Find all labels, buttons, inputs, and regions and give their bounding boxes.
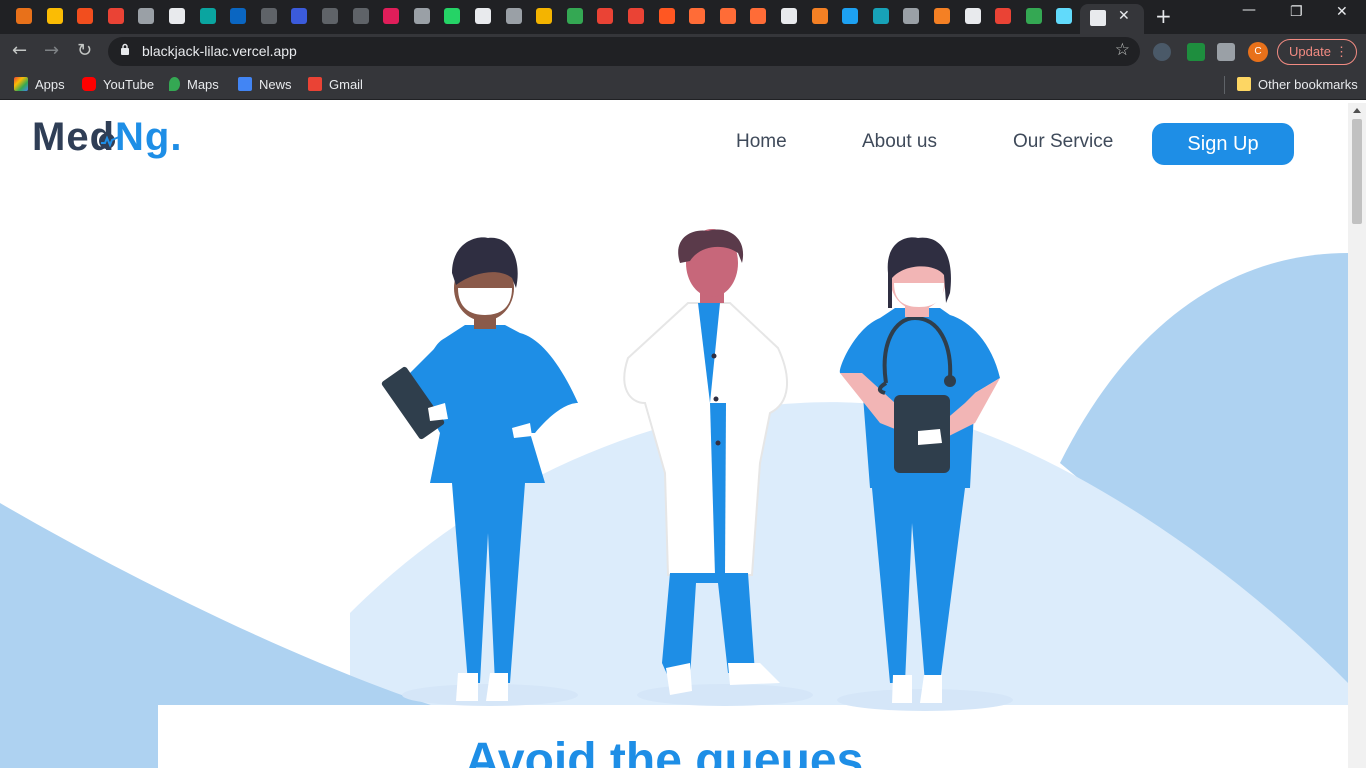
tab-favicon-icon[interactable] xyxy=(934,8,950,24)
heartbeat-icon xyxy=(99,133,120,149)
tab-favicon-icon[interactable] xyxy=(77,8,94,24)
update-label: Update xyxy=(1289,44,1331,59)
extensions-puzzle-icon[interactable] xyxy=(1217,43,1235,61)
tab-favicon-icon[interactable] xyxy=(536,8,553,24)
tab-favicon-icon[interactable] xyxy=(444,8,461,24)
maps-icon xyxy=(169,77,180,91)
forward-icon[interactable]: → xyxy=(44,40,59,61)
bookmark-label: News xyxy=(259,77,292,92)
nav-about-link[interactable]: About us xyxy=(862,131,937,153)
bookmark-label: Other bookmarks xyxy=(1258,77,1358,92)
tab-favicon-icon[interactable] xyxy=(719,8,736,24)
nav-service-link[interactable]: Our Service xyxy=(1013,131,1113,153)
apps-grid-icon xyxy=(14,77,28,91)
bookmark-label: Maps xyxy=(187,77,219,92)
tab-favicon-icon[interactable] xyxy=(566,8,583,24)
hero-illustration xyxy=(0,229,1348,768)
menu-dots-icon[interactable]: ⋮ xyxy=(1335,40,1348,64)
gmail-icon xyxy=(308,77,322,91)
tab-favicon-icon[interactable] xyxy=(107,8,124,24)
tab-favicon-icon[interactable] xyxy=(903,8,920,24)
bookmark-label: Apps xyxy=(35,77,65,92)
tab-favicon-icon[interactable] xyxy=(995,8,1012,24)
bookmark-label: Gmail xyxy=(329,77,363,92)
youtube-icon xyxy=(82,77,96,91)
scrollbar-thumb[interactable] xyxy=(1352,119,1362,224)
page-favicon xyxy=(1090,10,1106,26)
back-icon[interactable]: ← xyxy=(12,40,27,61)
tab-favicon-icon[interactable] xyxy=(260,8,277,24)
tab-favicon-icon[interactable] xyxy=(322,8,338,24)
page-scrollbar[interactable] xyxy=(1348,103,1366,768)
tab-favicon-icon[interactable] xyxy=(658,8,675,24)
bookmark-news[interactable]: News xyxy=(238,76,292,94)
news-icon xyxy=(238,77,252,91)
react-devtools-icon[interactable] xyxy=(1153,43,1171,61)
bookmark-label: YouTube xyxy=(103,77,155,92)
active-tab[interactable]: ✕ xyxy=(1080,4,1144,34)
tab-favicon-icon[interactable] xyxy=(750,8,767,24)
tab-favicon-icon[interactable] xyxy=(505,8,522,24)
minimize-icon[interactable]: — xyxy=(1242,2,1256,18)
bookmark-maps[interactable]: Maps xyxy=(169,76,219,94)
tab-favicon-icon[interactable] xyxy=(169,8,185,24)
tab-favicon-icon[interactable] xyxy=(1025,8,1042,24)
tab-favicon-icon[interactable] xyxy=(811,8,828,24)
bookmarks-divider xyxy=(1224,76,1225,94)
tab-favicon-icon[interactable] xyxy=(46,8,63,24)
browser-toolbar: ← → ↻ blackjack-lilac.vercel.app ☆ C Upd… xyxy=(0,34,1366,70)
web-page: MedNg. Home About us Our Service Sign Up… xyxy=(0,103,1348,768)
tab-favicon-icon[interactable] xyxy=(138,8,155,24)
profile-avatar[interactable]: C xyxy=(1248,42,1268,62)
shadow-mid xyxy=(637,684,813,706)
browser-tab-strip: ✕ + — ❐ ✕ xyxy=(0,0,1366,34)
scroll-up-icon[interactable] xyxy=(1353,108,1361,113)
bookmark-youtube[interactable]: YouTube xyxy=(82,76,154,94)
url-text: blackjack-lilac.vercel.app xyxy=(142,43,297,59)
restore-icon[interactable]: ❐ xyxy=(1290,4,1303,20)
tab-favicon-icon[interactable] xyxy=(628,8,644,24)
bookmark-star-icon[interactable]: ☆ xyxy=(1115,40,1130,60)
tab-favicon-icon[interactable] xyxy=(475,8,491,24)
tab-favicon-icon[interactable] xyxy=(781,8,797,24)
tab-favicon-icon[interactable] xyxy=(872,8,889,24)
window-close-icon[interactable]: ✕ xyxy=(1336,4,1348,20)
tab-favicon-icon[interactable] xyxy=(230,8,247,24)
tab-favicon-icon[interactable] xyxy=(413,8,430,24)
tab-favicon-icon[interactable] xyxy=(383,8,400,24)
tab-favicon-icon[interactable] xyxy=(291,8,308,24)
tab-favicon-icon[interactable] xyxy=(597,8,614,24)
logo-part-ng: Ng. xyxy=(115,115,183,159)
tab-favicon-icon[interactable] xyxy=(16,8,32,24)
lock-icon xyxy=(121,43,129,55)
tab-favicon-icon[interactable] xyxy=(1056,8,1073,24)
bookmark-other[interactable]: Other bookmarks xyxy=(1237,76,1358,94)
tab-favicon-icon[interactable] xyxy=(689,8,706,24)
bookmark-gmail[interactable]: Gmail xyxy=(308,76,363,94)
nav-home-link[interactable]: Home xyxy=(736,131,787,153)
address-bar[interactable]: blackjack-lilac.vercel.app ☆ xyxy=(108,37,1140,66)
bookmark-apps[interactable]: Apps xyxy=(14,76,65,94)
bookmarks-bar: Apps YouTube Maps News Gmail Other bookm… xyxy=(0,70,1366,100)
signup-button[interactable]: Sign Up xyxy=(1152,123,1294,165)
tab-favicon-icon[interactable] xyxy=(199,8,216,24)
tab-favicon-icon[interactable] xyxy=(842,8,859,24)
vpn-extension-icon[interactable] xyxy=(1187,43,1205,61)
update-button[interactable]: Update ⋮ xyxy=(1277,39,1357,65)
tab-favicon-icon[interactable] xyxy=(964,8,981,24)
tab-favicon-icon[interactable] xyxy=(352,8,369,24)
new-tab-icon[interactable]: + xyxy=(1155,4,1172,28)
reload-icon[interactable]: ↻ xyxy=(77,40,92,61)
close-tab-icon[interactable]: ✕ xyxy=(1118,8,1130,24)
section-heading: Avoid the queues xyxy=(465,734,864,768)
folder-icon xyxy=(1237,77,1251,91)
